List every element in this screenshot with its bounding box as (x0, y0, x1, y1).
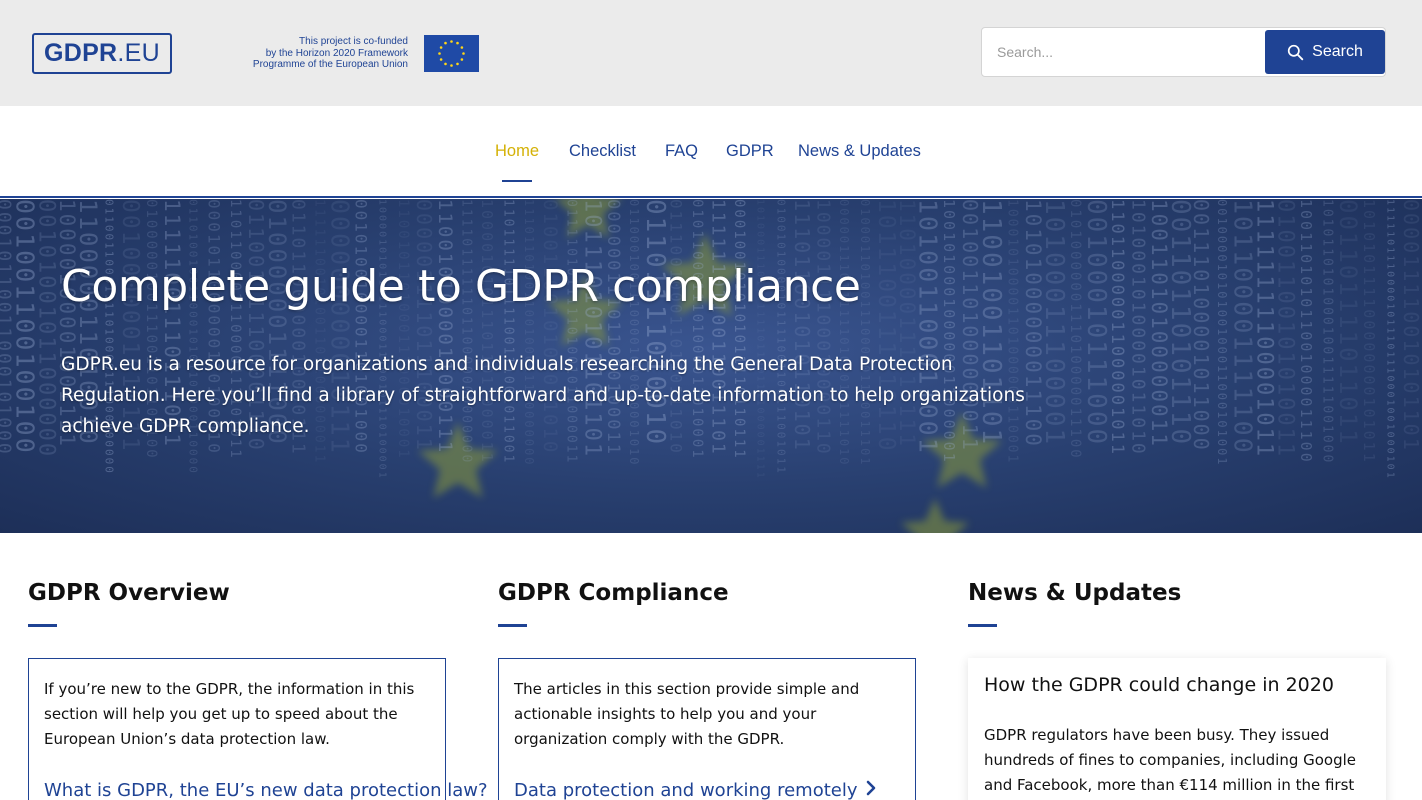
nav-item-home[interactable]: Home (495, 142, 539, 161)
logo-text-bold: GDPR (43, 39, 118, 67)
hero-banner: 00010110011000101000 001001100100100 00101… (0, 199, 1422, 533)
svg-text:100110101011001000011100: 100110101011001000011100 (1297, 199, 1315, 464)
top-bar: GDPR .EU This project is co-funded by the… (0, 0, 1422, 106)
compliance-card: The articles in this section provide sim… (498, 658, 916, 800)
svg-text:101011010100010011111001000: 101011010100010011111001000 (1320, 199, 1335, 464)
compliance-card-link[interactable]: Data protection and working remotely (514, 780, 900, 800)
svg-text:000011110010101101: 000011110010101101 (1399, 199, 1422, 452)
active-nav-indicator (502, 180, 532, 182)
chevron-right-icon (866, 780, 877, 800)
svg-text:10100010100001011010: 10100010100001011010 (1128, 199, 1149, 456)
funding-notice: This project is co-funded by the Horizon… (230, 36, 408, 71)
svg-text:101010111100000000101011: 101010111100000000101011 (1360, 199, 1378, 464)
main-navigation: Home Checklist FAQ GDPR News & Updates (0, 106, 1422, 198)
overview-card-link[interactable]: What is GDPR, the EU’s new data protecti… (44, 780, 488, 800)
svg-text:001110100001011000: 001110100001011000 (1189, 199, 1213, 452)
hero-title: Complete guide to GDPR compliance (61, 261, 861, 312)
funding-line: by the Horizon 2020 Framework (265, 47, 408, 59)
funding-line: This project is co-funded (299, 36, 408, 47)
section-title-overview: GDPR Overview (28, 580, 230, 606)
svg-text:110110000011000001011: 110110000011000001011 (1107, 199, 1127, 456)
search-button-label: Search (1312, 43, 1363, 60)
site-logo[interactable]: GDPR .EU (32, 33, 172, 74)
section-title-underline (28, 624, 57, 627)
search-box: Search (981, 27, 1386, 77)
nav-item-faq[interactable]: FAQ (665, 142, 698, 161)
logo-text-light: .EU (117, 39, 160, 67)
news-article-title[interactable]: How the GDPR could change in 2020 (984, 674, 1370, 696)
svg-text:01001100101010011: 01001100101010011 (1273, 199, 1298, 458)
hero-description: GDPR.eu is a resource for organizations … (61, 354, 1025, 437)
nav-item-news-updates[interactable]: News & Updates (798, 142, 921, 161)
search-input[interactable] (982, 28, 1264, 76)
compliance-card-text: The articles in this section provide sim… (514, 680, 860, 748)
nav-item-checklist[interactable]: Checklist (569, 142, 636, 161)
svg-text:001101111011011: 001101111011011 (1334, 199, 1362, 446)
svg-text:00100001010100100011000101001: 00100001010100100011000101001 (1215, 199, 1229, 467)
section-title-underline (498, 624, 527, 627)
news-article-text: GDPR regulators have been busy. They iss… (984, 726, 1357, 794)
search-icon (1287, 44, 1304, 60)
overview-card-text: If you’re new to the GDPR, the informati… (44, 680, 415, 748)
search-button[interactable]: Search (1265, 30, 1385, 74)
nav-item-gdpr[interactable]: GDPR (726, 142, 774, 161)
section-title-underline (968, 624, 997, 627)
eu-flag-icon (424, 35, 479, 72)
overview-link-label: What is GDPR, the EU’s new data protecti… (44, 780, 488, 800)
overview-card: If you’re new to the GDPR, the informati… (28, 658, 488, 800)
compliance-link-label: Data protection and working remotely (514, 780, 858, 800)
funding-line: Programme of the European Union (252, 59, 408, 70)
news-card[interactable]: How the GDPR could change in 2020 GDPR r… (968, 658, 1386, 800)
section-title-compliance: GDPR Compliance (498, 580, 729, 606)
section-title-news: News & Updates (968, 580, 1182, 606)
svg-text:111110111000010111011100010010: 11111011100001011101110001001000101 (1385, 199, 1396, 480)
